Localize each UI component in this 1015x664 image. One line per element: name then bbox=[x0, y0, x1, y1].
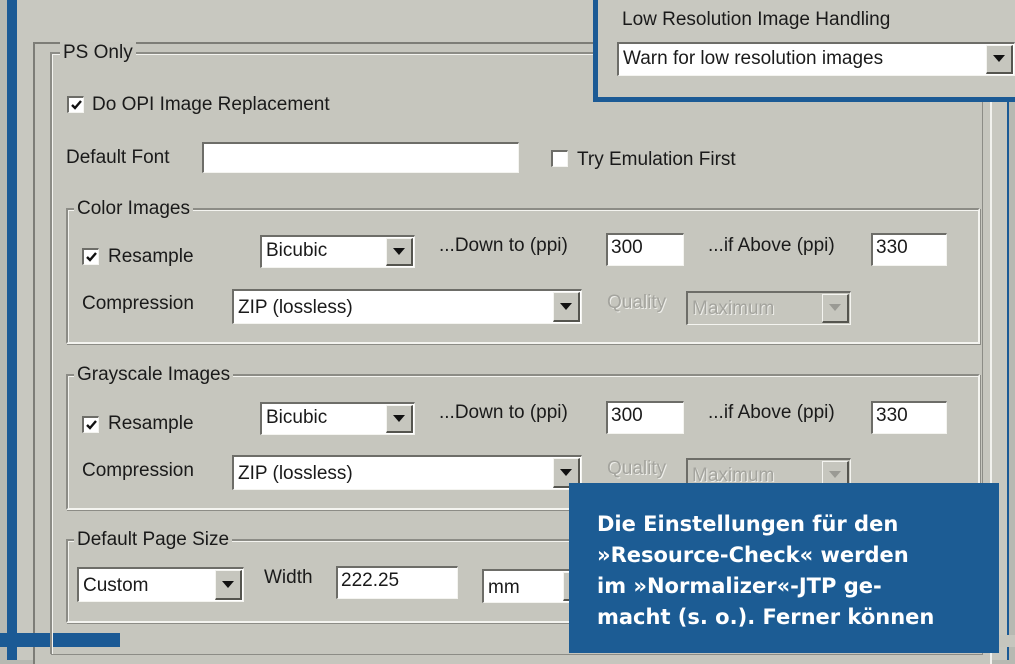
dropdown-arrow-icon bbox=[829, 471, 841, 478]
color-if-above-input[interactable]: 330 bbox=[871, 233, 947, 266]
default-font-label: Default Font bbox=[66, 147, 170, 168]
color-resample-method-select[interactable]: Bicubic bbox=[260, 235, 415, 268]
color-resample-label: Resample bbox=[108, 246, 194, 267]
grayscale-if-above-label: ...if Above (ppi) bbox=[708, 402, 835, 423]
dropdown-button[interactable] bbox=[822, 294, 849, 323]
dropdown-arrow-icon bbox=[393, 414, 405, 422]
grayscale-compression-label: Compression bbox=[82, 460, 194, 481]
color-if-above-label: ...if Above (ppi) bbox=[708, 235, 835, 256]
color-down-to-label: ...Down to (ppi) bbox=[439, 235, 568, 256]
opi-replacement-label: Do OPI Image Replacement bbox=[92, 94, 330, 115]
default-font-input[interactable] bbox=[202, 142, 519, 173]
dropdown-button[interactable] bbox=[215, 570, 242, 600]
dropdown-arrow-icon bbox=[993, 55, 1005, 62]
checkmark-icon bbox=[71, 100, 82, 110]
dropdown-button[interactable] bbox=[386, 405, 413, 433]
try-emulation-checkbox[interactable] bbox=[551, 150, 568, 167]
try-emulation-label: Try Emulation First bbox=[577, 149, 736, 170]
grayscale-quality-label: Quality bbox=[607, 458, 667, 479]
page-width-label: Width bbox=[264, 567, 313, 588]
grayscale-compression-value: ZIP (lossless) bbox=[238, 463, 353, 484]
page-size-select[interactable]: Custom bbox=[77, 567, 244, 602]
page-width-input[interactable]: 222.25 bbox=[336, 566, 458, 599]
dropdown-arrow-icon bbox=[222, 580, 234, 588]
caption-line: im »Normalizer«-JTP ge- bbox=[597, 574, 882, 598]
page-unit-value: mm bbox=[488, 577, 520, 598]
dropdown-button[interactable] bbox=[986, 45, 1013, 74]
grayscale-images-legend: Grayscale Images bbox=[74, 364, 234, 386]
dropdown-button[interactable] bbox=[386, 238, 413, 266]
color-quality-label: Quality bbox=[607, 292, 667, 313]
color-resample-method-value: Bicubic bbox=[266, 240, 328, 261]
color-compression-label: Compression bbox=[82, 293, 194, 314]
grayscale-if-above-input[interactable]: 330 bbox=[871, 401, 947, 434]
grayscale-resample-method-select[interactable]: Bicubic bbox=[260, 402, 415, 435]
color-images-legend: Color Images bbox=[74, 198, 193, 220]
grayscale-resample-label: Resample bbox=[108, 413, 194, 434]
checkmark-icon bbox=[86, 252, 97, 262]
dropdown-arrow-icon bbox=[829, 304, 841, 311]
low-res-value: Warn for low resolution images bbox=[623, 48, 884, 69]
grayscale-resample-checkbox[interactable] bbox=[82, 416, 99, 433]
caption-line: »Resource-Check« werden bbox=[597, 543, 909, 567]
grayscale-compression-select[interactable]: ZIP (lossless) bbox=[232, 455, 582, 490]
ps-only-legend: PS Only bbox=[60, 42, 136, 64]
color-quality-select[interactable]: Maximum bbox=[686, 291, 851, 325]
page-size-value: Custom bbox=[83, 575, 149, 596]
page-size-legend: Default Page Size bbox=[74, 529, 233, 551]
caption-line: macht (s. o.). Ferner können bbox=[597, 605, 935, 629]
caption-line: Die Einstellungen für den bbox=[597, 512, 899, 536]
color-compression-select[interactable]: ZIP (lossless) bbox=[232, 289, 582, 324]
grayscale-resample-method-value: Bicubic bbox=[266, 407, 328, 428]
opi-replacement-checkbox[interactable] bbox=[67, 96, 84, 113]
low-res-label: Low Resolution Image Handling bbox=[622, 9, 891, 30]
grayscale-down-to-label: ...Down to (ppi) bbox=[439, 402, 568, 423]
color-resample-checkbox[interactable] bbox=[82, 248, 99, 265]
color-down-to-input[interactable]: 300 bbox=[606, 233, 684, 266]
low-res-select[interactable]: Warn for low resolution images bbox=[617, 42, 1015, 76]
color-quality-value: Maximum bbox=[692, 298, 775, 319]
dropdown-arrow-icon bbox=[560, 468, 572, 476]
checkmark-icon bbox=[86, 420, 97, 430]
dropdown-arrow-icon bbox=[560, 302, 572, 310]
caption-box: Die Einstellungen für den »Resource-Chec… bbox=[569, 483, 999, 653]
color-compression-value: ZIP (lossless) bbox=[238, 297, 353, 318]
dropdown-button[interactable] bbox=[553, 292, 580, 322]
grayscale-down-to-input[interactable]: 300 bbox=[606, 401, 684, 434]
dropdown-arrow-icon bbox=[393, 247, 405, 255]
